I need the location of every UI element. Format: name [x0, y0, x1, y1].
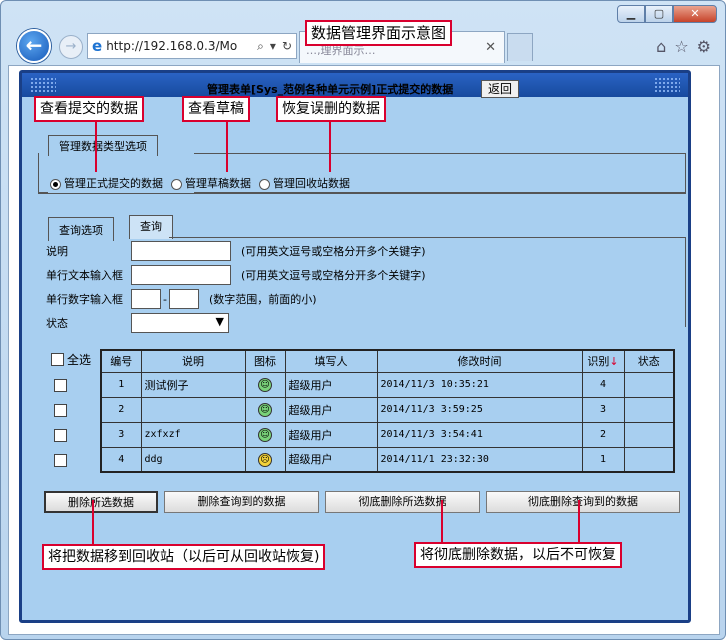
delete-queried-button[interactable]: 删除查询到的数据	[164, 491, 319, 513]
purge-queried-button[interactable]: 彻底删除查询到的数据	[486, 491, 680, 513]
delete-selected-button[interactable]: 删除所选数据	[44, 491, 158, 513]
col-desc[interactable]: 说明	[140, 349, 246, 373]
radio-icon	[259, 178, 270, 190]
annotation-delete-note: 将把数据移到回收站（以后可从回收站恢复)	[42, 544, 326, 570]
dropdown-icon[interactable]: ▾	[270, 39, 276, 54]
table-row[interactable]: 4 ddg ☹ 超级用户 2014/11/1 23:32:30 1	[100, 446, 675, 473]
ie-icon: e	[92, 37, 103, 55]
radio-recycle[interactable]: 管理回收站数据	[259, 175, 350, 191]
refresh-icon[interactable]: ↻	[282, 39, 292, 54]
col-icon[interactable]: 图标	[244, 349, 286, 373]
window-controls: ▁ ▢ ✕	[617, 5, 717, 23]
radio-icon	[171, 178, 182, 190]
annotation-title: 数据管理界面示意图	[305, 20, 453, 46]
table-row[interactable]: 1 测试例子 ☺ 超级用户 2014/11/3 10:35:21 4	[100, 371, 675, 398]
select-all[interactable]: 全选	[51, 351, 91, 368]
maximize-button[interactable]: ▢	[645, 5, 673, 23]
query-row-desc: 说明 (可用英文逗号或空格分开多个关键字)	[46, 241, 426, 261]
query-row-text: 单行文本输入框 (可用英文逗号或空格分开多个关键字)	[46, 265, 426, 285]
annotation-recycle: 恢复误删的数据	[276, 96, 386, 122]
back-to-list-button[interactable]: 返回	[481, 80, 520, 98]
number-max-input[interactable]	[168, 289, 199, 309]
sort-down-icon: ↓	[609, 355, 619, 369]
table-header-row: 编号 说明 图标 填写人 修改时间 识别↓ 状态	[100, 349, 675, 373]
smiley-green-icon: ☺	[258, 403, 272, 417]
table-row[interactable]: 2 ☺ 超级用户 2014/11/3 3:59:25 3	[100, 396, 675, 423]
data-table: 编号 说明 图标 填写人 修改时间 识别↓ 状态 1 测试例子 ☺ 超级用户 2…	[100, 349, 675, 473]
annotation-line	[226, 120, 228, 172]
minimize-button[interactable]: ▁	[617, 5, 645, 23]
close-window-button[interactable]: ✕	[673, 5, 717, 23]
arrow-left-icon: ←	[25, 33, 43, 57]
query-button[interactable]: 查询	[129, 215, 173, 239]
annotation-submitted: 查看提交的数据	[34, 96, 144, 122]
row-checkbox[interactable]	[54, 429, 67, 442]
query-row-status: 状态 ▼	[46, 313, 229, 333]
close-tab-icon[interactable]: ✕	[485, 40, 496, 55]
tab-data-type[interactable]: 管理数据类型选项	[48, 135, 158, 156]
col-status[interactable]: 状态	[623, 349, 675, 373]
annotation-line	[441, 500, 443, 542]
tab-query-options[interactable]: 查询选项	[48, 217, 114, 241]
decor-dots	[654, 77, 680, 93]
annotation-line	[329, 120, 331, 172]
chevron-down-icon: ▼	[215, 315, 224, 328]
annotation-line	[95, 120, 97, 172]
row-checkbox[interactable]	[54, 379, 67, 392]
desc-input[interactable]	[131, 241, 231, 261]
new-tab-button[interactable]	[507, 33, 533, 61]
url-text: http://192.168.0.3/Mo	[106, 39, 238, 53]
arrow-right-icon: →	[65, 39, 77, 54]
status-select[interactable]: ▼	[131, 313, 229, 333]
forward-button[interactable]: →	[59, 35, 83, 59]
data-type-options: 管理正式提交的数据 管理草稿数据 管理回收站数据	[50, 175, 350, 191]
search-icon[interactable]: ⌕	[257, 39, 264, 54]
radio-draft[interactable]: 管理草稿数据	[171, 175, 251, 191]
query-row-number: 单行数字输入框 - (数字范围，前面的小)	[46, 289, 317, 309]
admin-frame: 管理表单[Sys_范例各种单元示例]正式提交的数据 返回 管理数据类型选项 管理…	[19, 70, 691, 623]
decor-dots	[30, 77, 56, 93]
smiley-green-icon: ☺	[258, 428, 272, 442]
row-checkbox[interactable]	[54, 454, 67, 467]
back-button[interactable]: ←	[17, 29, 51, 63]
annotation-purge-note: 将彻底删除数据，以后不可恢复	[414, 542, 622, 568]
radio-selected-icon	[50, 178, 61, 190]
annotation-draft: 查看草稿	[182, 96, 250, 122]
table-row[interactable]: 3 zxfxzf ☺ 超级用户 2014/11/3 3:54:41 2	[100, 421, 675, 448]
purge-selected-button[interactable]: 彻底删除所选数据	[325, 491, 480, 513]
smiley-green-icon: ☺	[258, 378, 272, 392]
address-bar[interactable]: e http://192.168.0.3/Mo ⌕ ▾ ↻	[87, 33, 297, 59]
col-id[interactable]: 编号	[100, 349, 142, 373]
col-ident[interactable]: 识别↓	[581, 349, 625, 373]
star-icon[interactable]: ☆	[674, 37, 688, 56]
home-icon[interactable]: ⌂	[656, 37, 666, 56]
gear-icon[interactable]: ⚙	[697, 37, 711, 56]
select-all-checkbox[interactable]	[51, 353, 64, 366]
annotation-line	[92, 500, 94, 544]
frame-title: 管理表单[Sys_范例各种单元示例]正式提交的数据	[207, 83, 454, 96]
text-input[interactable]	[131, 265, 231, 285]
col-user[interactable]: 填写人	[284, 349, 378, 373]
radio-submitted[interactable]: 管理正式提交的数据	[50, 175, 163, 191]
row-checkbox[interactable]	[54, 404, 67, 417]
annotation-line	[578, 500, 580, 542]
number-min-input[interactable]	[131, 289, 161, 309]
col-time[interactable]: 修改时间	[376, 349, 583, 373]
smiley-yellow-icon: ☹	[258, 452, 272, 467]
